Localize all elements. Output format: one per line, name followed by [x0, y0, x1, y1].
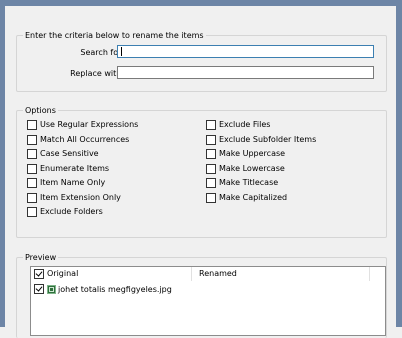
- window-edge-left: [0, 0, 5, 327]
- option-label: Exclude Files: [219, 120, 271, 129]
- option-make-capitalized[interactable]: Make Capitalized: [206, 192, 288, 203]
- option-item-extension-only-checkbox[interactable]: [27, 192, 37, 203]
- option-label: Use Regular Expressions: [40, 120, 139, 129]
- options-group: Options Use Regular Expressions Match All…: [16, 105, 387, 238]
- row-checkbox[interactable]: [34, 284, 44, 294]
- option-exclude-folders-checkbox[interactable]: [27, 207, 37, 217]
- option-use-regular-expressions-checkbox[interactable]: [27, 120, 37, 130]
- window-edge-top: [0, 0, 402, 6]
- option-make-titlecase-checkbox[interactable]: [206, 178, 216, 188]
- preview-legend: Preview: [23, 252, 59, 263]
- option-label: Make Uppercase: [219, 149, 286, 158]
- option-label: Make Titlecase: [219, 178, 279, 187]
- column-header-renamed[interactable]: Renamed: [199, 267, 370, 281]
- option-label: Item Name Only: [40, 178, 106, 187]
- search-input[interactable]: [117, 45, 374, 58]
- option-case-sensitive-checkbox[interactable]: [27, 149, 37, 159]
- option-label: Item Extension Only: [40, 192, 121, 202]
- preview-group: Preview Original Renamed johet totalis m…: [16, 252, 387, 338]
- option-case-sensitive[interactable]: Case Sensitive: [27, 149, 99, 159]
- select-all-checkbox[interactable]: [34, 269, 44, 279]
- option-exclude-subfolder-items-checkbox[interactable]: [206, 134, 216, 145]
- column-header-original[interactable]: Original: [31, 267, 192, 281]
- original-column-label: Original: [47, 269, 79, 278]
- option-exclude-files-checkbox[interactable]: [206, 120, 216, 130]
- option-label: Exclude Subfolder Items: [219, 134, 317, 144]
- option-label: Case Sensitive: [40, 149, 99, 158]
- option-match-all-occurrences-checkbox[interactable]: [27, 134, 37, 145]
- text-caret: [121, 47, 122, 56]
- option-exclude-subfolder-items[interactable]: Exclude Subfolder Items: [206, 134, 317, 145]
- original-filename: johet totalis megfigyeles.jpg: [58, 284, 172, 294]
- window-edge-right: [396, 0, 402, 327]
- option-enumerate-items[interactable]: Enumerate Items: [27, 163, 110, 174]
- option-item-extension-only[interactable]: Item Extension Only: [27, 192, 121, 203]
- renamed-column-label: Renamed: [199, 269, 237, 278]
- option-label: Make Lowercase: [219, 163, 285, 173]
- option-use-regular-expressions[interactable]: Use Regular Expressions: [27, 120, 138, 130]
- option-enumerate-items-checkbox[interactable]: [27, 163, 37, 174]
- option-exclude-files[interactable]: Exclude Files: [206, 120, 270, 130]
- option-label: Make Capitalized: [219, 192, 288, 202]
- option-exclude-folders[interactable]: Exclude Folders: [27, 207, 103, 217]
- preview-list[interactable]: Original Renamed johet totalis megfigyel…: [30, 266, 386, 336]
- option-make-lowercase[interactable]: Make Lowercase: [206, 163, 285, 174]
- option-make-uppercase[interactable]: Make Uppercase: [206, 149, 285, 159]
- option-label: Match All Occurrences: [40, 134, 130, 144]
- replace-input[interactable]: [117, 66, 374, 79]
- option-make-uppercase-checkbox[interactable]: [206, 149, 216, 159]
- option-make-capitalized-checkbox[interactable]: [206, 192, 216, 203]
- option-match-all-occurrences[interactable]: Match All Occurrences: [27, 134, 130, 145]
- option-label: Enumerate Items: [40, 163, 110, 173]
- image-file-icon: [47, 284, 56, 294]
- rename-criteria-legend: Enter the criteria below to rename the i…: [23, 30, 206, 41]
- replace-label: Replace with:: [70, 69, 124, 78]
- option-label: Exclude Folders: [40, 207, 103, 216]
- options-legend: Options: [23, 105, 58, 116]
- option-item-name-only[interactable]: Item Name Only: [27, 178, 105, 188]
- option-item-name-only-checkbox[interactable]: [27, 178, 37, 188]
- option-make-titlecase[interactable]: Make Titlecase: [206, 178, 278, 188]
- rename-criteria-group: Enter the criteria below to rename the i…: [16, 30, 387, 92]
- option-make-lowercase-checkbox[interactable]: [206, 163, 216, 174]
- preview-row[interactable]: johet totalis megfigyeles.jpg: [34, 283, 172, 295]
